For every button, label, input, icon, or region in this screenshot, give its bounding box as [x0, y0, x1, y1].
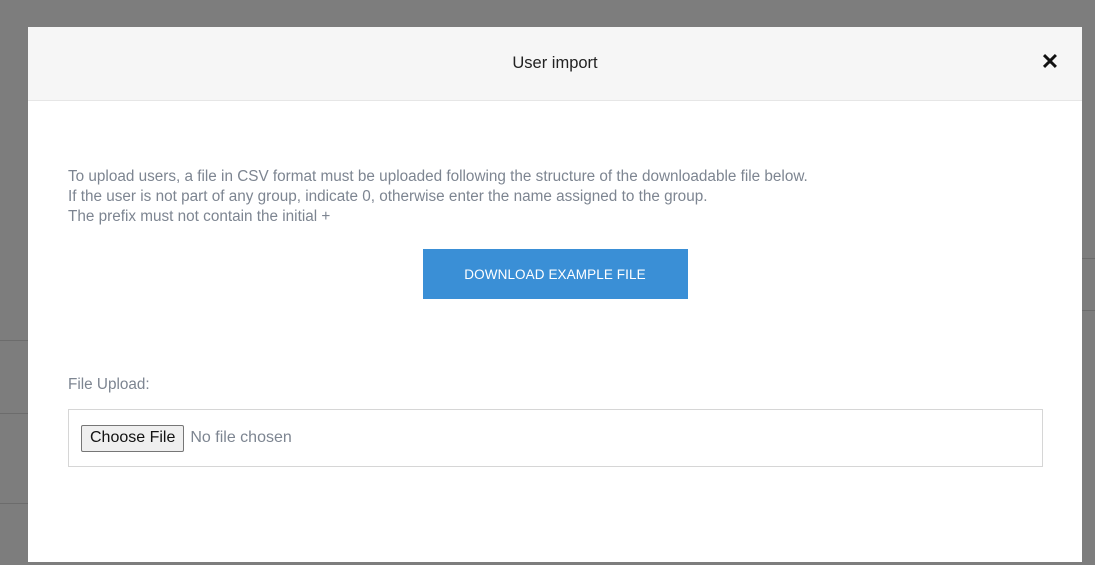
file-upload-field: Choose File No file chosen	[68, 409, 1043, 467]
instruction-line-2: If the user is not part of any group, in…	[68, 188, 708, 205]
close-icon[interactable]: ✕	[1038, 50, 1062, 74]
modal-title: User import	[512, 54, 598, 72]
instruction-line-3: The prefix must not contain the initial …	[68, 208, 331, 225]
modal-body: To upload users, a file in CSV format mu…	[28, 101, 1082, 467]
download-wrap: DOWNLOAD EXAMPLE FILE	[68, 249, 1042, 299]
modal-header: User import ✕	[28, 27, 1082, 101]
download-example-file-button[interactable]: DOWNLOAD EXAMPLE FILE	[422, 249, 688, 299]
instructions: To upload users, a file in CSV format mu…	[68, 167, 1042, 227]
instruction-line-1: To upload users, a file in CSV format mu…	[68, 168, 808, 185]
file-upload-label: File Upload:	[68, 376, 150, 393]
user-import-modal: User import ✕ To upload users, a file in…	[28, 27, 1082, 562]
file-status-text: No file chosen	[190, 429, 292, 446]
choose-file-button[interactable]: Choose File	[81, 424, 185, 452]
